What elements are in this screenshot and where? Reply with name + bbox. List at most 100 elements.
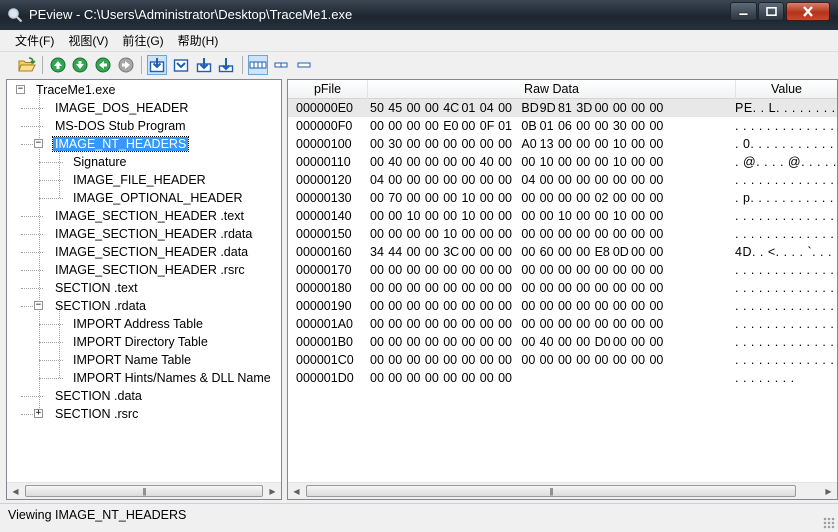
byte: 00 — [539, 263, 554, 277]
byte: 00 — [539, 299, 554, 313]
table-row[interactable]: 000000E0 50 45 00 00 4C 01 04 00 BD9D 81 3D 00 00 00 00… — [288, 99, 837, 117]
open-file-button[interactable] — [17, 55, 37, 75]
view-structure-button[interactable] — [171, 55, 191, 75]
tree-item[interactable]: SECTION .data — [53, 387, 144, 405]
expand-icon[interactable]: + — [34, 409, 43, 418]
tree-item[interactable]: IMAGE_SECTION_HEADER .text — [53, 207, 246, 225]
tree-item[interactable]: IMPORT Directory Table — [71, 333, 210, 351]
byte: 00 — [612, 299, 627, 313]
hex-pane[interactable]: pFile Raw Data Value 000000E0 50 45 00 00 4C 0… — [287, 79, 838, 500]
format-hex-button[interactable] — [248, 55, 268, 75]
view-byte-button[interactable] — [194, 55, 214, 75]
byte: 00 — [388, 173, 403, 187]
table-row[interactable]: 00000170 00 00 00 00 00 00 00 00 00 00 00 00 00 00 00 00… — [288, 261, 837, 279]
scroll-right-icon[interactable]: ▶ — [820, 483, 837, 499]
maximize-button[interactable] — [758, 2, 784, 21]
byte: 00 — [370, 371, 384, 385]
tree-item[interactable]: IMAGE_NT_HEADERS — [51, 135, 190, 153]
format-dword-button[interactable] — [271, 55, 291, 75]
table-row[interactable]: 000001B0 00 00 00 00 00 00 00 00 00 40 00 00 D0 00 00 00… — [288, 333, 837, 351]
status-text: Viewing IMAGE_NT_HEADERS — [8, 508, 187, 522]
scroll-thumb[interactable]: ||| — [25, 485, 263, 497]
close-button[interactable] — [786, 2, 830, 21]
byte: 00 — [443, 191, 458, 205]
table-row[interactable]: 00000120 04 00 00 00 00 00 00 00 04 00 00 00 00 00 00 00… — [288, 171, 837, 189]
menu-view[interactable]: 视图(V) — [61, 30, 115, 50]
nav-up-button[interactable] — [48, 55, 68, 75]
tree-item[interactable]: IMPORT Address Table — [71, 315, 205, 333]
table-row[interactable]: 000001D0 00 00 00 00 00 00 00 00. . . . . . . . — [288, 369, 837, 387]
byte: 04 — [370, 173, 384, 187]
tree-item-label: SECTION .rsrc — [55, 407, 139, 421]
table-row[interactable]: 00000100 00 30 00 00 00 00 00 00 A0 13 00 00 00 10 00 00… — [288, 135, 837, 153]
menu-go[interactable]: 前往(G) — [115, 30, 170, 50]
byte: 00 — [370, 317, 384, 331]
collapse-icon[interactable]: − — [16, 85, 25, 94]
byte: 00 — [388, 317, 403, 331]
byte: 00 — [443, 371, 458, 385]
table-row[interactable]: 00000180 00 00 00 00 00 00 00 00 00 00 00 00 00 00 00 00… — [288, 279, 837, 297]
title-bar[interactable]: PEview - C:\Users\Administrator\Desktop\… — [0, 0, 838, 30]
table-row[interactable]: 000001A0 00 00 00 00 00 00 00 00 00 00 00 00 00 00 00 00… — [288, 315, 837, 333]
table-row[interactable]: 00000140 00 00 10 00 00 10 00 00 00 00 10 00 00 10 00 00… — [288, 207, 837, 225]
tree-guide-line — [39, 198, 63, 199]
tree-item[interactable]: IMAGE_SECTION_HEADER .rsrc — [53, 261, 247, 279]
nav-down-button[interactable] — [70, 55, 90, 75]
byte: 00 — [521, 317, 536, 331]
window-title: PEview - C:\Users\Administrator\Desktop\… — [29, 7, 353, 22]
tree-horizontal-scrollbar[interactable]: ◀ ||| ▶ — [7, 482, 281, 499]
tree-item[interactable]: SECTION .rsrc — [53, 405, 140, 423]
tree-item[interactable]: MS-DOS Stub Program — [53, 117, 188, 135]
byte: 00 — [557, 227, 572, 241]
menu-file[interactable]: 文件(F) — [8, 30, 61, 50]
byte: 00 — [498, 263, 512, 277]
tree-item[interactable]: IMAGE_OPTIONAL_HEADER — [71, 189, 245, 207]
scroll-left-icon[interactable]: ◀ — [7, 483, 24, 499]
tree-item[interactable]: IMAGE_SECTION_HEADER .rdata — [53, 225, 254, 243]
table-row[interactable]: 00000160 34 44 00 00 3C 00 00 00 00 60 00 00 E8 0D 00 00… — [288, 243, 837, 261]
tree-item[interactable]: SECTION .rdata — [53, 297, 148, 315]
table-row[interactable]: 000000F0 00 00 00 00 E0 00 0F 01 0B 01 06 00 00 30 00 00… — [288, 117, 837, 135]
tree-item[interactable]: Signature — [71, 153, 129, 171]
value-cell: . . . . . . . . . . . . . . . . — [735, 281, 837, 295]
view-hex-button[interactable] — [147, 55, 167, 75]
byte: 00 — [479, 227, 494, 241]
table-row[interactable]: 000001C0 00 00 00 00 00 00 00 00 00 00 00 00 00 00 00 00… — [288, 351, 837, 369]
byte: 00 — [443, 173, 458, 187]
scroll-thumb[interactable]: ||| — [306, 485, 796, 497]
table-row[interactable]: 00000110 00 40 00 00 00 00 40 00 00 10 00 00 00 10 00 00… — [288, 153, 837, 171]
collapse-icon[interactable]: − — [34, 139, 43, 148]
table-row[interactable]: 00000130 00 70 00 00 00 10 00 00 00 00 00 00 02 00 00 00… — [288, 189, 837, 207]
column-header-pfile[interactable]: pFile — [288, 80, 368, 99]
hex-horizontal-scrollbar[interactable]: ◀ ||| ▶ — [288, 482, 837, 499]
collapse-icon[interactable]: − — [34, 301, 43, 310]
byte: 00 — [479, 335, 494, 349]
table-row[interactable]: 00000190 00 00 00 00 00 00 00 00 00 00 00 00 00 00 00 00… — [288, 297, 837, 315]
nav-forward-button[interactable] — [116, 55, 136, 75]
column-header-value[interactable]: Value — [736, 80, 837, 99]
tree-item[interactable]: IMPORT Name Table — [71, 351, 193, 369]
view-word-button[interactable] — [216, 55, 236, 75]
byte: 00 — [443, 353, 458, 367]
scroll-left-icon[interactable]: ◀ — [288, 483, 305, 499]
tree-item[interactable]: SECTION .text — [53, 279, 140, 297]
byte: 00 — [612, 173, 627, 187]
resize-grip-icon[interactable] — [823, 517, 835, 529]
menu-help[interactable]: 帮助(H) — [171, 30, 226, 50]
byte: 00 — [521, 335, 536, 349]
tree-item[interactable]: IMAGE_DOS_HEADER — [53, 99, 190, 117]
tree-item[interactable]: IMAGE_FILE_HEADER — [71, 171, 208, 189]
tree-pane[interactable]: − TraceMe1.exe IMAGE_DOS_HEADER MS-DOS Stub… — [6, 79, 282, 500]
byte: 00 — [424, 371, 439, 385]
table-row[interactable]: 00000150 00 00 00 00 10 00 00 00 00 00 00 00 00 00 00 00… — [288, 225, 837, 243]
scroll-right-icon[interactable]: ▶ — [264, 483, 281, 499]
tree-item[interactable]: IMPORT Hints/Names & DLL Name — [71, 369, 273, 387]
byte: 00 — [631, 299, 646, 313]
minimize-button[interactable] — [730, 2, 757, 21]
format-qword-button[interactable] — [294, 55, 314, 75]
tree-item[interactable]: TraceMe1.exe — [34, 81, 117, 99]
column-header-raw-data[interactable]: Raw Data — [368, 80, 736, 99]
byte: 81 — [557, 101, 572, 115]
nav-back-button[interactable] — [93, 55, 113, 75]
tree-item[interactable]: IMAGE_SECTION_HEADER .data — [53, 243, 250, 261]
